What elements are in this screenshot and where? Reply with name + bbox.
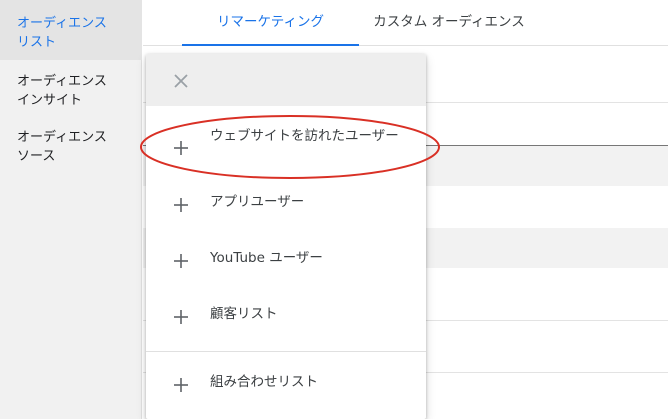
plus-icon <box>174 141 188 155</box>
menu-item-label: ウェブサイトを訪れたユーザー <box>210 128 399 144</box>
tab-remarketing[interactable]: リマーケティング <box>182 0 359 46</box>
menu-item-label: 顧客リスト <box>210 306 278 322</box>
menu-item-label: YouTube ユーザー <box>210 250 323 266</box>
sidebar: オーディエンス リスト オーディエンス インサイト オーディエンス ソース <box>0 0 142 419</box>
close-icon[interactable] <box>170 70 192 92</box>
active-tab-indicator <box>182 44 359 46</box>
sidebar-item-audience-source[interactable]: オーディエンス ソース <box>0 124 142 168</box>
menu-divider <box>146 351 426 352</box>
sidebar-item-audience-list[interactable]: オーディエンス リスト <box>0 0 142 60</box>
sidebar-item-label: インサイト <box>17 93 83 108</box>
plus-icon <box>174 198 188 212</box>
menu-item-label: 組み合わせリスト <box>210 374 318 390</box>
plus-icon <box>174 378 188 392</box>
tab-label: リマーケティング <box>217 14 324 30</box>
menu-item-youtube-users[interactable]: YouTube ユーザー <box>146 234 426 288</box>
sidebar-item-label: オーディエンス <box>17 130 107 145</box>
plus-icon <box>174 310 188 324</box>
sidebar-item-audience-insight[interactable]: オーディエンス インサイト <box>0 68 142 112</box>
tab-custom-audience[interactable]: カスタム オーディエンス <box>359 0 539 46</box>
add-audience-menu: ウェブサイトを訪れたユーザー アプリユーザー YouTube ユーザー 顧客リス… <box>146 54 426 419</box>
sidebar-item-label: リスト <box>17 35 57 50</box>
menu-item-website-visitors[interactable]: ウェブサイトを訪れたユーザー <box>146 116 426 178</box>
sidebar-item-label: オーディエンス <box>17 74 107 89</box>
tab-label: カスタム オーディエンス <box>373 14 525 30</box>
menu-item-combined-list[interactable]: 組み合わせリスト <box>146 358 426 412</box>
menu-item-customer-list[interactable]: 顧客リスト <box>146 290 426 344</box>
menu-header <box>146 54 426 106</box>
plus-icon <box>174 254 188 268</box>
menu-item-app-users[interactable]: アプリユーザー <box>146 178 426 232</box>
sidebar-item-label: オーディエンス <box>17 16 107 31</box>
menu-item-label: アプリユーザー <box>210 194 305 210</box>
tab-bar: リマーケティング カスタム オーディエンス <box>143 0 668 46</box>
sidebar-item-label: ソース <box>17 149 56 164</box>
